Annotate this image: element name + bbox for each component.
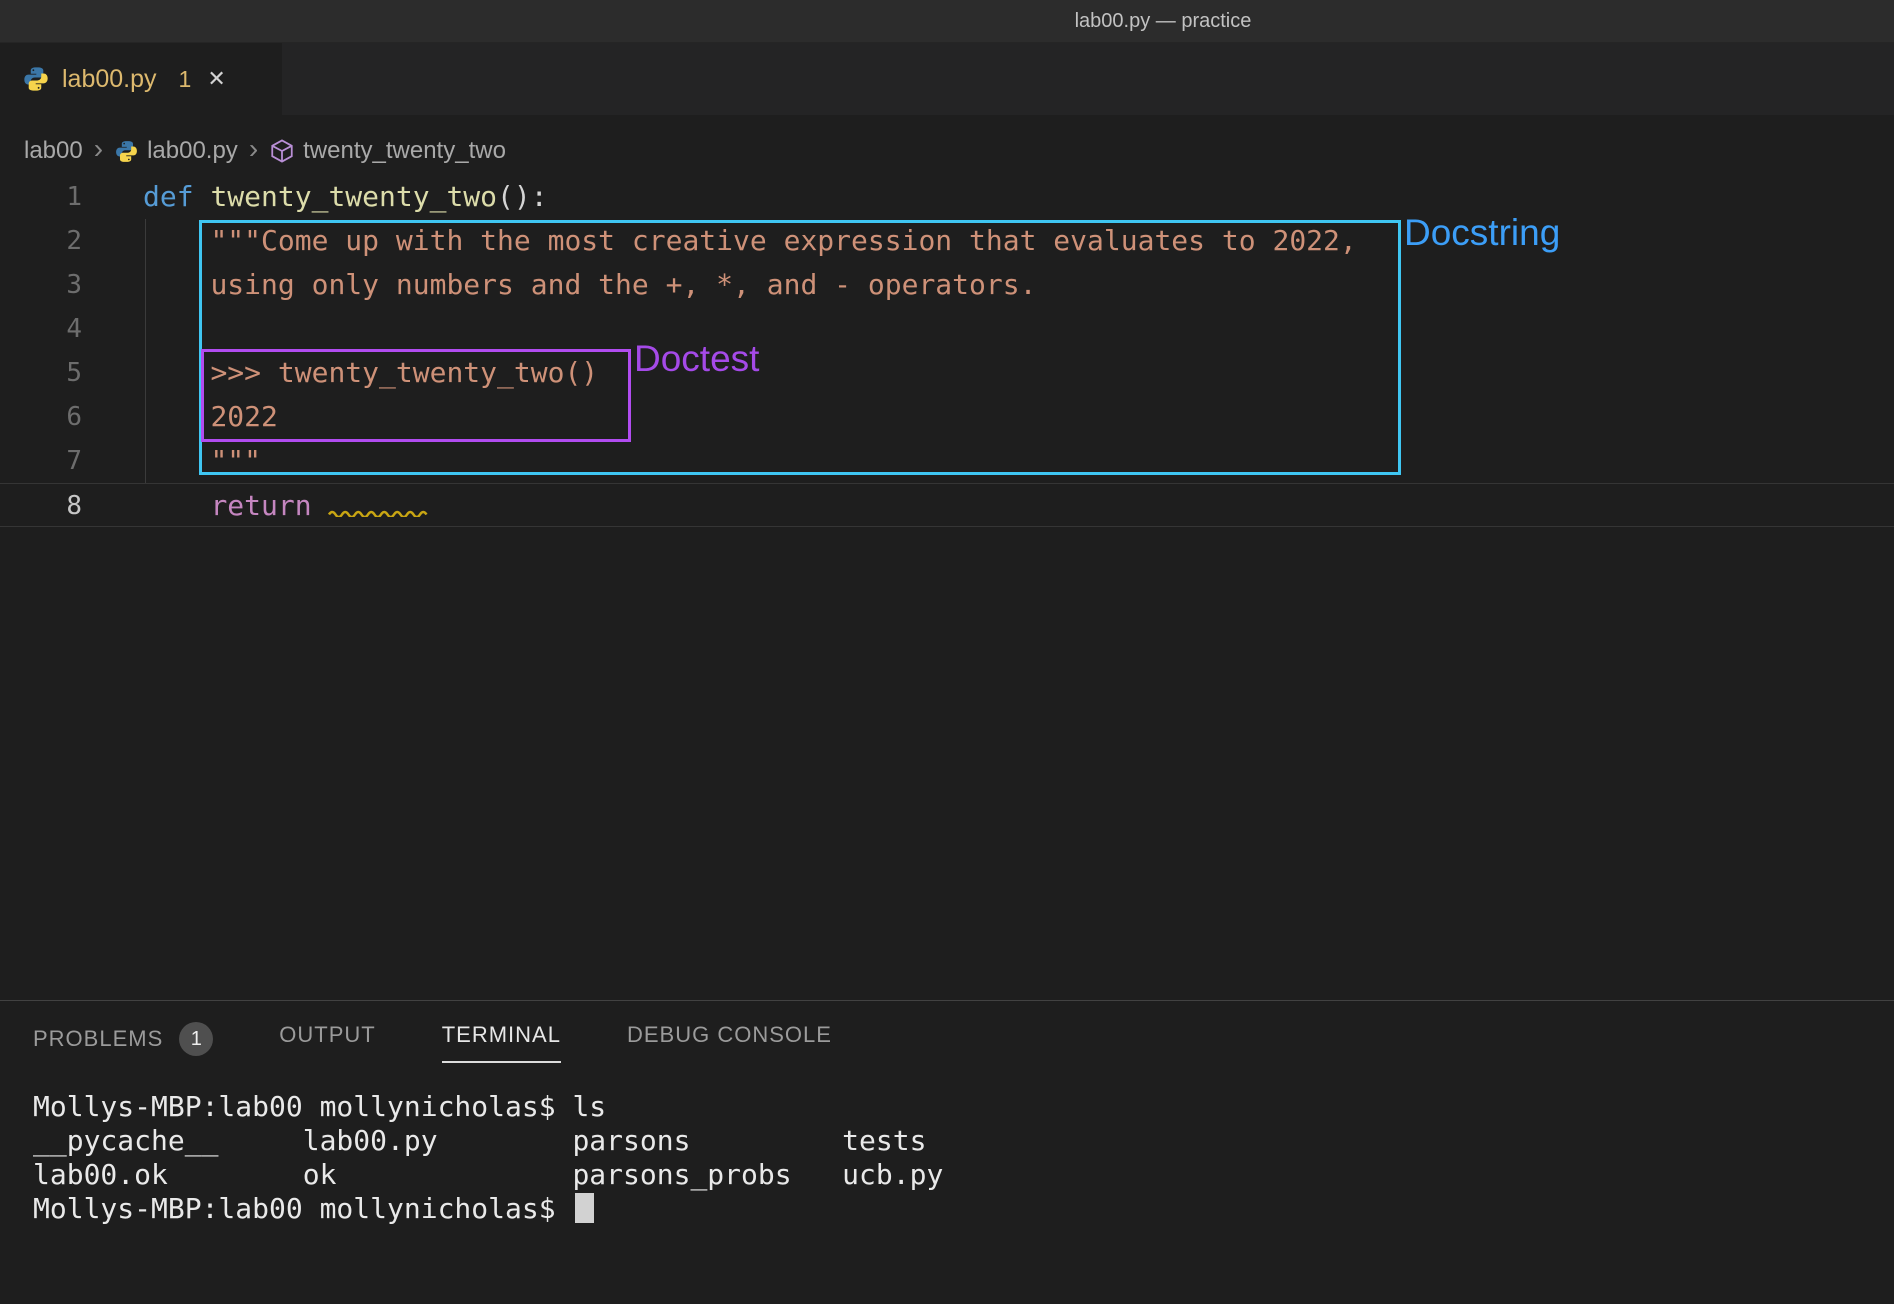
chevron-right-icon: › bbox=[94, 135, 103, 163]
breadcrumb-item-twenty-twenty-two[interactable]: twenty_twenty_two bbox=[269, 137, 506, 165]
window-titlebar: lab00.py — practice bbox=[0, 0, 1894, 43]
panel-tab-bar: PROBLEMS 1 OUTPUT TERMINAL DEBUG CONSOLE bbox=[33, 1022, 898, 1069]
doctest-annotation-label: Doctest bbox=[634, 338, 759, 380]
line-number[interactable]: 7 bbox=[0, 439, 82, 483]
terminal-cursor bbox=[575, 1193, 594, 1223]
editor-line-2: 2 """Come up with the most creative expr… bbox=[0, 219, 1894, 263]
line-number[interactable]: 8 bbox=[0, 484, 82, 526]
panel-tab-label: OUTPUT bbox=[279, 1022, 375, 1048]
line-number[interactable]: 5 bbox=[0, 351, 82, 395]
editor-line-4: 4 bbox=[0, 307, 1894, 351]
panel-tab-terminal[interactable]: TERMINAL bbox=[442, 1022, 561, 1063]
line-number[interactable]: 6 bbox=[0, 395, 82, 439]
panel-tab-label: PROBLEMS bbox=[33, 1026, 163, 1052]
editor-line-6: 6 2022 bbox=[0, 395, 1894, 439]
panel-divider bbox=[0, 1000, 1894, 1001]
chevron-right-icon: › bbox=[249, 135, 258, 163]
breadcrumb: lab00 › lab00.py › twenty_twenty_two bbox=[24, 128, 506, 174]
code-text[interactable]: 2022 bbox=[82, 395, 278, 439]
editor-line-8: 8 return bbox=[0, 483, 1894, 527]
terminal-line: lab00.ok ok parsons_probs ucb.py bbox=[33, 1158, 943, 1192]
warning-squiggle-icon bbox=[328, 489, 432, 522]
line-number[interactable]: 2 bbox=[0, 219, 82, 263]
code-text[interactable]: using only numbers and the +, *, and - o… bbox=[82, 263, 1036, 307]
breadcrumb-item-lab00-py[interactable]: lab00.py bbox=[114, 137, 238, 165]
line-number[interactable]: 4 bbox=[0, 307, 82, 351]
breadcrumb-label: twenty_twenty_two bbox=[303, 137, 506, 165]
terminal-line: __pycache__ lab00.py parsons tests bbox=[33, 1124, 943, 1158]
line-number[interactable]: 3 bbox=[0, 263, 82, 307]
code-text[interactable]: >>> twenty_twenty_two() bbox=[82, 351, 598, 395]
panel-tab-output[interactable]: OUTPUT bbox=[279, 1022, 375, 1061]
symbol-icon bbox=[269, 138, 295, 164]
terminal-line: Mollys-MBP:lab00 mollynicholas$ bbox=[33, 1192, 943, 1226]
python-icon bbox=[114, 139, 139, 164]
code-text[interactable]: return bbox=[82, 484, 432, 526]
editor-line-3: 3 using only numbers and the +, *, and -… bbox=[0, 263, 1894, 307]
editor-line-7: 7 """ bbox=[0, 439, 1894, 483]
panel-tab-label: TERMINAL bbox=[442, 1022, 561, 1048]
tab-filename: lab00.py bbox=[62, 65, 157, 94]
vscode-window: lab00.py — practice lab00.py 1 ✕ lab00›l… bbox=[0, 0, 1894, 1304]
code-text[interactable]: """ bbox=[82, 439, 261, 483]
terminal-output[interactable]: Mollys-MBP:lab00 mollynicholas$ ls__pyca… bbox=[33, 1090, 943, 1226]
problems-count-badge: 1 bbox=[179, 1022, 213, 1056]
panel-tab-label: DEBUG CONSOLE bbox=[627, 1022, 832, 1048]
python-icon bbox=[22, 65, 50, 93]
breadcrumb-label: lab00 bbox=[24, 137, 83, 165]
docstring-annotation-label: Docstring bbox=[1404, 212, 1560, 254]
code-text[interactable]: """Come up with the most creative expres… bbox=[82, 219, 1357, 263]
window-title: lab00.py — practice bbox=[1075, 10, 1252, 33]
tab-problem-count: 1 bbox=[179, 66, 192, 93]
editor-line-5: 5 >>> twenty_twenty_two() bbox=[0, 351, 1894, 395]
terminal-line: Mollys-MBP:lab00 mollynicholas$ ls bbox=[33, 1090, 943, 1124]
line-number[interactable]: 1 bbox=[0, 175, 82, 219]
code-text[interactable] bbox=[82, 307, 143, 351]
breadcrumb-item-lab00[interactable]: lab00 bbox=[24, 137, 83, 165]
editor-code-area[interactable]: 1def twenty_twenty_two():2 """Come up wi… bbox=[0, 175, 1894, 527]
code-text[interactable]: def twenty_twenty_two(): bbox=[82, 175, 548, 219]
editor-tab-bar: lab00.py 1 ✕ bbox=[0, 43, 1894, 115]
panel-tab-debug-console[interactable]: DEBUG CONSOLE bbox=[627, 1022, 832, 1061]
panel-tab-problems[interactable]: PROBLEMS 1 bbox=[33, 1022, 213, 1069]
breadcrumb-label: lab00.py bbox=[147, 137, 238, 165]
editor-line-1: 1def twenty_twenty_two(): bbox=[0, 175, 1894, 219]
tab-lab00-py[interactable]: lab00.py 1 ✕ bbox=[0, 43, 282, 115]
close-icon[interactable]: ✕ bbox=[207, 66, 225, 92]
